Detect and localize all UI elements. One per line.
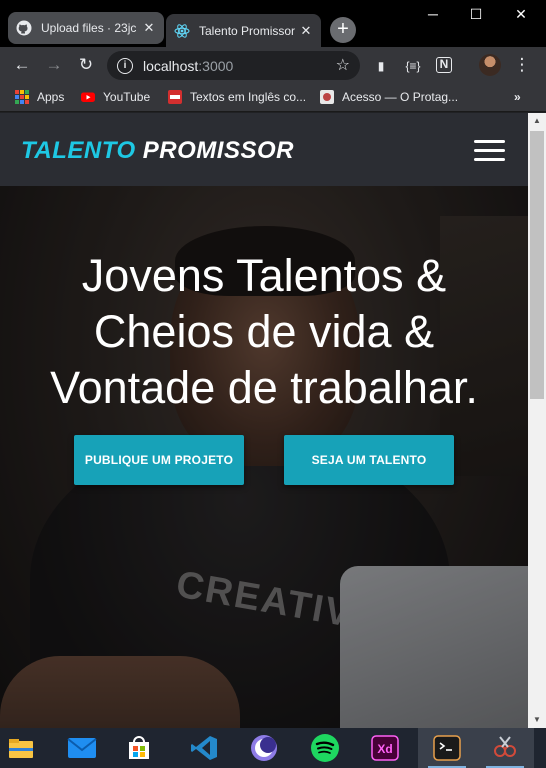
os-taskbar: Xd	[0, 728, 546, 768]
snipping-tool-icon[interactable]	[476, 728, 534, 768]
tab-title: Talento Promissor	[199, 23, 295, 38]
bookmarks-bar: Apps YouTube Textos em Inglês co... Aces…	[0, 84, 546, 112]
site-navbar: TALENTO PROMISSOR	[0, 113, 528, 186]
apps-grid-icon	[15, 90, 29, 104]
close-window-icon[interactable]: ✕	[511, 6, 531, 26]
vscode-icon[interactable]	[175, 728, 233, 768]
info-icon[interactable]: i	[117, 57, 133, 74]
bookmark-textos-ingles[interactable]: Textos em Inglês co...	[168, 90, 306, 104]
hero-headline: Jovens Talentos & Cheios de vida & Vonta…	[0, 248, 528, 416]
back-arrow-icon[interactable]: ←	[12, 55, 32, 75]
headline-line: Jovens Talentos &	[81, 250, 447, 301]
tab-upload-files[interactable]: Upload files · 23jc ✕	[8, 12, 164, 44]
close-tab-icon[interactable]: ✕	[299, 23, 313, 39]
svg-text:Xd: Xd	[377, 742, 392, 756]
headline-line: Vontade de trabalhar.	[50, 362, 478, 413]
spotify-icon[interactable]	[296, 728, 354, 768]
be-talent-button[interactable]: SEJA UM TALENTO	[284, 435, 454, 485]
brand-word-talento: TALENTO	[21, 137, 136, 164]
bookmark-label: Apps	[37, 90, 65, 104]
reload-icon[interactable]: ↻	[76, 55, 96, 75]
forward-arrow-icon[interactable]: →	[44, 55, 64, 75]
browser-toolbar: ← → ↻ i localhost:3000 ☆ ▮ {≡} N ⋮	[0, 47, 546, 84]
headline-line: Cheios de vida &	[93, 306, 435, 357]
new-tab-button[interactable]: +	[330, 17, 356, 43]
extension-clipboard-icon[interactable]: ▮	[372, 57, 390, 75]
adobe-xd-icon[interactable]: Xd	[356, 728, 414, 768]
notion-icon[interactable]: N	[436, 57, 452, 73]
bookmark-label: Acesso — O Protag...	[342, 90, 459, 104]
bookmark-youtube[interactable]: YouTube	[81, 90, 150, 104]
extension-json-icon[interactable]: {≡}	[404, 57, 422, 75]
hamburger-menu-icon[interactable]	[474, 140, 505, 162]
browser-window: Upload files · 23jc ✕ Talento Promissor …	[0, 0, 546, 768]
brand-word-promissor: PROMISSOR	[142, 137, 294, 164]
tab-talento-promissor[interactable]: Talento Promissor ✕	[166, 14, 321, 47]
bookmark-star-icon[interactable]: ☆	[336, 55, 350, 75]
mail-icon[interactable]	[53, 728, 111, 768]
menu-kebab-icon[interactable]: ⋮	[512, 55, 532, 75]
terminal-icon[interactable]	[418, 728, 476, 768]
url-host: localhost	[143, 57, 199, 74]
bookmark-favicon-icon	[168, 90, 182, 104]
store-icon[interactable]	[110, 728, 168, 768]
bookmark-acesso[interactable]: Acesso — O Protag...	[320, 90, 458, 104]
scroll-up-icon[interactable]: ▲	[532, 116, 542, 125]
page-scrollbar[interactable]: ▲ ▼	[528, 113, 546, 728]
file-explorer-icon[interactable]	[0, 728, 50, 768]
url-port: :3000	[198, 57, 234, 74]
github-icon	[16, 20, 32, 36]
youtube-icon	[81, 92, 95, 102]
minimize-icon[interactable]: ─	[423, 6, 443, 26]
title-bar: Upload files · 23jc ✕ Talento Promissor …	[0, 0, 546, 47]
close-tab-icon[interactable]: ✕	[142, 20, 156, 36]
address-bar[interactable]: i localhost:3000 ☆	[107, 51, 360, 80]
react-icon	[174, 23, 190, 38]
bookmark-label: Textos em Inglês co...	[190, 90, 307, 104]
scrollbar-thumb[interactable]	[530, 131, 544, 399]
tab-title: Upload files · 23jc	[41, 21, 137, 35]
maximize-icon[interactable]: ☐	[466, 6, 486, 26]
publish-project-button[interactable]: PUBLIQUE UM PROJETO	[74, 435, 244, 485]
hero-section: CREATIVE Jovens Talentos & Cheios de vid…	[0, 186, 528, 728]
more-bookmarks-icon[interactable]: »	[514, 90, 521, 104]
bookmark-apps[interactable]: Apps	[15, 90, 64, 104]
browser-moon-icon[interactable]	[235, 728, 293, 768]
profile-avatar[interactable]	[479, 54, 501, 76]
site-logo[interactable]: TALENTO PROMISSOR	[21, 137, 294, 165]
page-viewport: TALENTO PROMISSOR CREATIVE Jovens Talent…	[0, 113, 528, 728]
scroll-down-icon[interactable]: ▼	[532, 715, 542, 724]
bookmark-favicon-icon	[320, 90, 334, 104]
bookmark-label: YouTube	[103, 90, 151, 104]
